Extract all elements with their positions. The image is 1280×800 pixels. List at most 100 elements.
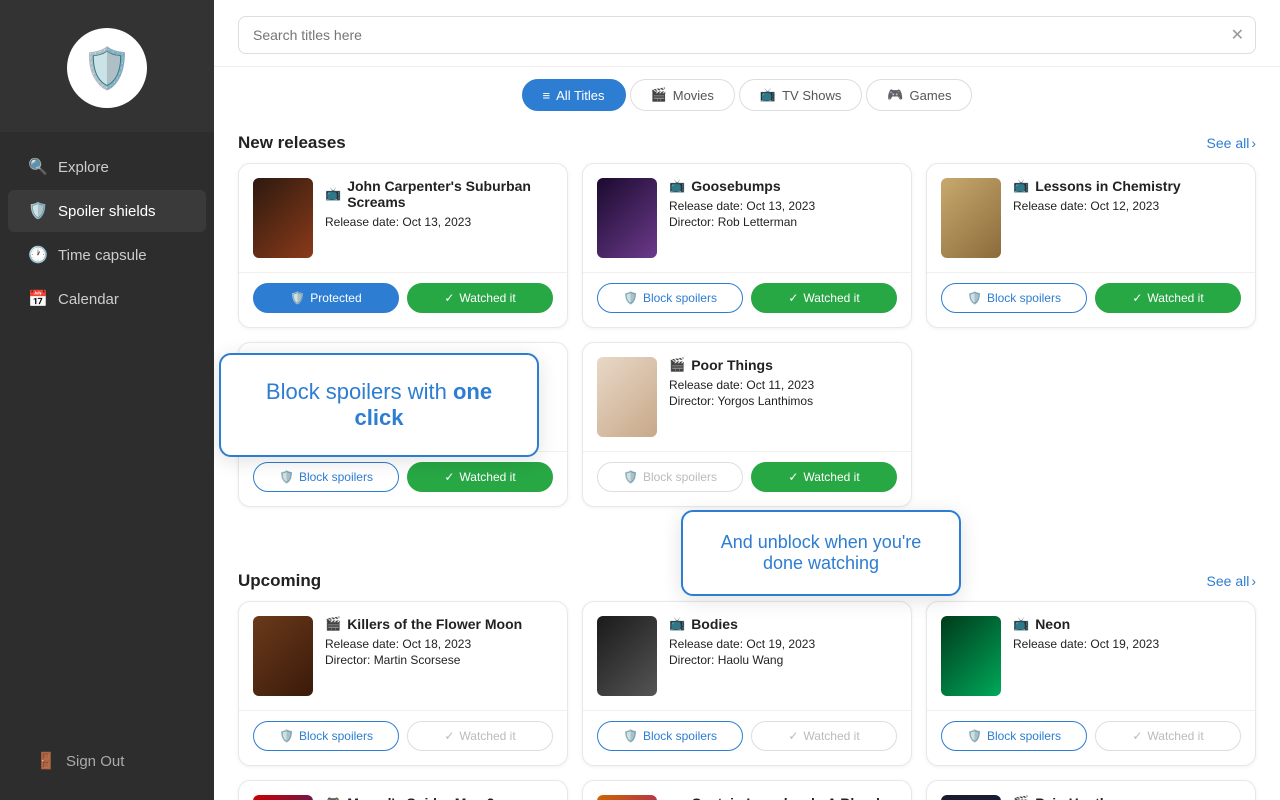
sidebar-footer: 🚪 Sign Out bbox=[0, 722, 214, 800]
tv-icon: 📺 bbox=[325, 186, 341, 202]
block-spoilers-button[interactable]: 🛡️ Block spoilers bbox=[597, 721, 743, 751]
block-spoilers-button[interactable]: 🛡️ Block spoilers bbox=[597, 283, 743, 313]
upcoming-header: Upcoming See all › bbox=[238, 557, 1256, 601]
card-title: Killers of the Flower Moon bbox=[347, 616, 522, 632]
filter-tabs: ≡ All Titles 🎬 Movies 📺 TV Shows 🎮 Games bbox=[214, 67, 1280, 119]
poster-laserhawk bbox=[597, 795, 657, 800]
tv-icon: 📺 bbox=[669, 616, 685, 632]
watched-it-button[interactable]: ✓ Watched it bbox=[751, 462, 897, 492]
new-releases-header: New releases See all › bbox=[238, 119, 1256, 163]
tab-games-icon: 🎮 bbox=[887, 87, 903, 103]
watched-it-button[interactable]: ✓ Watched it bbox=[751, 721, 897, 751]
poster-suburban-screams bbox=[253, 178, 313, 258]
card-title: Pain Hustlers bbox=[1035, 795, 1124, 800]
new-releases-grid: 📺 John Carpenter's Suburban Screams Rele… bbox=[238, 163, 1256, 507]
sign-out-button[interactable]: 🚪 Sign Out bbox=[16, 740, 198, 782]
card-release: Release date: Oct 12, 2023 bbox=[325, 378, 553, 392]
card-director: Director: Haolu Wang bbox=[669, 653, 897, 667]
card-title: Neon bbox=[1035, 616, 1070, 632]
shield-icon: 🛡️ bbox=[967, 291, 982, 305]
poster-poor-things bbox=[597, 357, 657, 437]
game-icon: 🎮 bbox=[325, 795, 341, 800]
check-icon: ✓ bbox=[444, 291, 454, 305]
tab-tv-icon: 📺 bbox=[760, 87, 776, 103]
card-director: Director: Yorgos Lanthimos bbox=[669, 394, 897, 408]
card-title: Marvel's Spider-Man 2 bbox=[347, 795, 494, 800]
sidebar-item-calendar[interactable]: 📅 Calendar bbox=[8, 278, 206, 320]
tv-icon: 📺 bbox=[669, 178, 685, 194]
card-release: Release date: Oct 19, 2023 bbox=[1013, 637, 1241, 651]
tab-games[interactable]: 🎮 Games bbox=[866, 79, 972, 111]
logo-shield-icon: 🛡️ bbox=[82, 45, 132, 92]
shield-icon: 🛡️ bbox=[623, 470, 638, 484]
block-spoilers-button[interactable]: 🛡️ Block spoilers bbox=[253, 721, 399, 751]
search-icon: 🔍 bbox=[28, 157, 46, 177]
tab-games-label: Games bbox=[910, 88, 952, 103]
watched-it-button[interactable]: ✓ Watched it bbox=[1095, 283, 1241, 313]
card-spiderman-2: 🎮 Marvel's Spider-Man 2 Release date: Oc… bbox=[238, 780, 568, 800]
calendar-icon: 📅 bbox=[28, 289, 46, 309]
tab-movies-icon: 🎬 bbox=[651, 87, 667, 103]
shield-icon: 🛡️ bbox=[623, 729, 638, 743]
upcoming-see-all[interactable]: See all › bbox=[1207, 573, 1256, 589]
upcoming-grid: 🎬 Killers of the Flower Moon Release dat… bbox=[238, 601, 1256, 800]
poster-bodies bbox=[597, 616, 657, 696]
sidebar-item-spoiler-shields[interactable]: 🛡️ Spoiler shields bbox=[8, 190, 206, 232]
shield-icon: 🛡️ bbox=[290, 291, 305, 305]
upcoming-title: Upcoming bbox=[238, 571, 321, 591]
sidebar-item-time-capsule[interactable]: 🕐 Time capsule bbox=[8, 234, 206, 276]
content-area: New releases See all › 📺 John Carpenter'… bbox=[214, 119, 1280, 800]
block-spoilers-button[interactable]: 🛡️ Block spoilers bbox=[597, 462, 743, 492]
card-lessons-chemistry: 📺 Lessons in Chemistry Release date: Oct… bbox=[926, 163, 1256, 328]
watched-it-button[interactable]: ✓ Watched it bbox=[407, 721, 553, 751]
block-spoilers-button[interactable]: 🛡️ Block spoilers bbox=[253, 462, 399, 492]
watched-it-button[interactable]: ✓ Watched it bbox=[407, 462, 553, 492]
poster-pain-hustlers bbox=[941, 795, 1001, 800]
check-icon: ✓ bbox=[788, 291, 798, 305]
block-spoilers-button[interactable]: 🛡️ Block spoilers bbox=[941, 721, 1087, 751]
sidebar-item-explore[interactable]: 🔍 Explore bbox=[8, 146, 206, 188]
watched-it-button[interactable]: ✓ Watched it bbox=[751, 283, 897, 313]
tab-tv-shows[interactable]: 📺 TV Shows bbox=[739, 79, 862, 111]
card-frasier: Block spoilers with one click 📺 Frasier … bbox=[238, 342, 568, 507]
check-icon: ✓ bbox=[788, 470, 798, 484]
sign-out-label: Sign Out bbox=[66, 753, 124, 770]
sidebar-item-label: Time capsule bbox=[58, 247, 147, 264]
clock-icon: 🕐 bbox=[28, 245, 46, 265]
card-suburban-screams: 📺 John Carpenter's Suburban Screams Rele… bbox=[238, 163, 568, 328]
card-info-suburban: 📺 John Carpenter's Suburban Screams Rele… bbox=[325, 178, 553, 231]
check-icon: ✓ bbox=[444, 729, 454, 743]
tab-movies[interactable]: 🎬 Movies bbox=[630, 79, 735, 111]
sidebar: 🛡️ 🔍 Explore 🛡️ Spoiler shields 🕐 Time c… bbox=[0, 0, 214, 800]
chevron-right-icon: › bbox=[1251, 135, 1256, 151]
card-director: Director: Martin Scorsese bbox=[325, 653, 553, 667]
tv-icon: 📺 bbox=[1013, 178, 1029, 194]
search-wrapper: ✕ bbox=[238, 16, 1256, 54]
card-captain-laserhawk: 📺 Captain Laserhawk: A Blood Drago... Re… bbox=[582, 780, 912, 800]
sidebar-logo: 🛡️ bbox=[0, 0, 214, 132]
poster-spiderman bbox=[253, 795, 313, 800]
search-clear-button[interactable]: ✕ bbox=[1231, 25, 1244, 45]
shield-icon: 🛡️ bbox=[967, 729, 982, 743]
block-spoilers-button[interactable]: 🛡️ Protected bbox=[253, 283, 399, 313]
chevron-right-icon: › bbox=[1251, 573, 1256, 589]
movie-icon: 🎬 bbox=[325, 616, 341, 632]
watched-it-button[interactable]: ✓ Watched it bbox=[1095, 721, 1241, 751]
tv-icon: 📺 bbox=[325, 357, 341, 373]
new-releases-see-all[interactable]: See all › bbox=[1207, 135, 1256, 151]
tab-all-titles[interactable]: ≡ All Titles bbox=[522, 79, 626, 111]
card-info-bodies: 📺 Bodies Release date: Oct 19, 2023 Dire… bbox=[669, 616, 897, 669]
card-pain-hustlers: 🎬 Pain Hustlers Release date: Oct 20, 20… bbox=[926, 780, 1256, 800]
card-info-spiderman: 🎮 Marvel's Spider-Man 2 Release date: Oc… bbox=[325, 795, 553, 800]
card-title: Bodies bbox=[691, 616, 738, 632]
watched-it-button[interactable]: ✓ Watched it bbox=[407, 283, 553, 313]
card-title: John Carpenter's Suburban Screams bbox=[347, 178, 553, 210]
block-spoilers-button[interactable]: 🛡️ Block spoilers bbox=[941, 283, 1087, 313]
poster-neon bbox=[941, 616, 1001, 696]
sidebar-item-label: Explore bbox=[58, 159, 109, 176]
shield-icon: 🛡️ bbox=[28, 201, 46, 221]
tab-all-label: All Titles bbox=[556, 88, 604, 103]
search-input[interactable] bbox=[238, 16, 1256, 54]
shield-icon: 🛡️ bbox=[279, 729, 294, 743]
poster-lessons-chemistry bbox=[941, 178, 1001, 258]
